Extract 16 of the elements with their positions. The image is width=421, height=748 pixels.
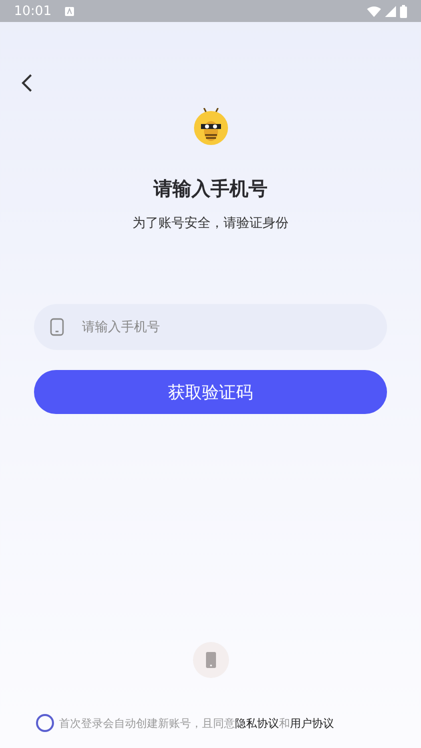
- agreement-checkbox[interactable]: [36, 714, 54, 732]
- status-time: 10:01: [14, 4, 52, 18]
- agreement-text: 首次登录会自动创建新账号，且同意隐私协议和用户协议: [59, 716, 334, 730]
- page-title: 请输入手机号: [154, 177, 268, 202]
- agreement-link[interactable]: 用户协议: [290, 716, 334, 730]
- battery-icon: [400, 4, 407, 18]
- notification-icon: [65, 6, 74, 16]
- bee-mascot-icon: [192, 108, 228, 146]
- signal-icon: [385, 6, 396, 16]
- get-code-button[interactable]: 获取验证码: [34, 370, 387, 414]
- phone-icon: [206, 652, 216, 668]
- phone-icon: [50, 318, 64, 336]
- page-subtitle: 为了账号安全，请验证身份: [132, 215, 288, 232]
- phone-input-field[interactable]: 请输入手机号: [34, 304, 387, 350]
- agreement-link[interactable]: 隐私协议: [235, 716, 279, 730]
- wifi-icon: [367, 6, 381, 16]
